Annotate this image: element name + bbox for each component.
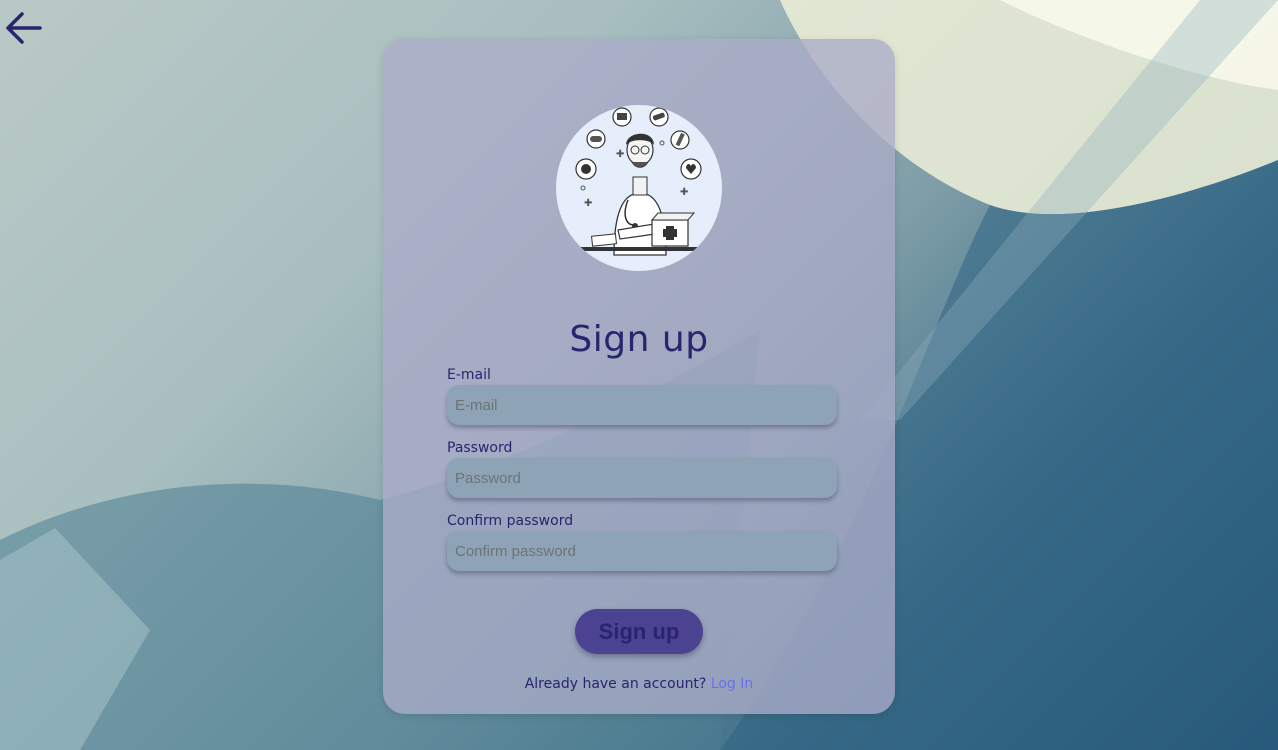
doctor-illustration-icon: ✚ ✚ ✚	[575, 107, 702, 256]
back-button[interactable]	[4, 10, 44, 46]
login-prompt: Already have an account? Log In	[383, 676, 895, 692]
email-label: E-mail	[447, 367, 491, 383]
svg-text:✚: ✚	[616, 149, 624, 160]
svg-text:✚: ✚	[584, 198, 592, 209]
page-title: Sign up	[569, 319, 709, 360]
signup-card: ✚ ✚ ✚ Sign up E-mail Passwor	[383, 39, 895, 714]
arrow-left-icon	[6, 12, 42, 44]
login-link[interactable]: Log In	[711, 676, 753, 692]
login-prompt-text: Already have an account?	[524, 676, 707, 692]
doctor-illustration: ✚ ✚ ✚	[556, 105, 722, 271]
confirm-password-label: Confirm password	[447, 513, 574, 529]
confirm-password-field[interactable]	[447, 531, 837, 571]
svg-text:✚: ✚	[680, 187, 688, 198]
password-field[interactable]	[447, 458, 837, 498]
password-label: Password	[447, 440, 513, 456]
signup-button[interactable]: Sign up	[575, 609, 703, 654]
email-field[interactable]	[447, 385, 837, 425]
